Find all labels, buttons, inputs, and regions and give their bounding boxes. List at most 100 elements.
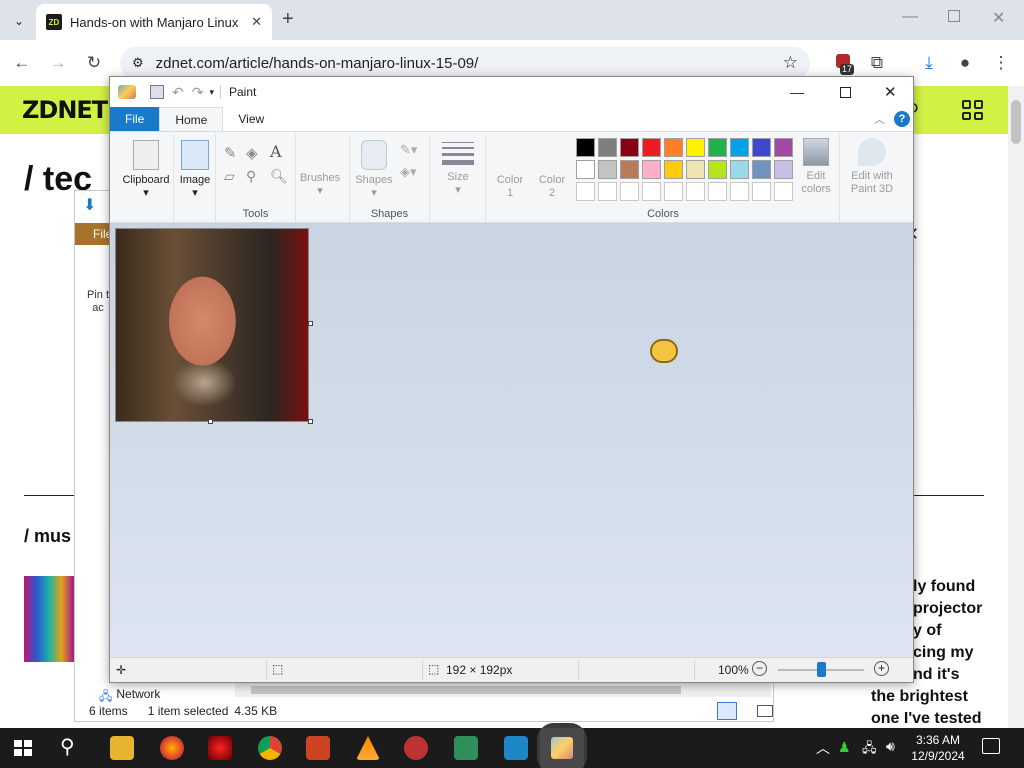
tray-app-icon[interactable]: ♟ <box>838 739 851 756</box>
redo-icon[interactable]: ↷ <box>192 84 204 101</box>
shape-fill-icon[interactable]: ◈▾ <box>400 164 417 180</box>
ribbon-collapse-icon[interactable]: ︿ <box>874 111 885 127</box>
explorer-hscrollbar[interactable] <box>235 683 771 697</box>
gimp-taskbar-icon[interactable] <box>404 736 428 760</box>
large-icons-view-icon[interactable] <box>757 705 773 717</box>
start-windows-icon[interactable] <box>14 740 32 756</box>
vlc-taskbar-icon[interactable] <box>356 736 380 760</box>
shapes-button[interactable]: Shapes ▾ <box>354 136 394 200</box>
article-thumbnail[interactable] <box>24 576 74 662</box>
text-icon[interactable]: A <box>270 142 282 161</box>
fill-icon[interactable]: ◈ <box>246 144 258 162</box>
browser-tab[interactable]: ZD Hands-on with Manjaro Linux 1 ✕ <box>36 4 272 40</box>
document-taskbar-icon[interactable] <box>454 736 478 760</box>
clipboard-button[interactable]: Clipboard ▾ <box>118 136 174 200</box>
tab-title: Hands-on with Manjaro Linux 1 <box>70 14 244 30</box>
paint-canvas-area[interactable] <box>110 223 913 657</box>
eraser-icon[interactable]: ▱ <box>224 168 235 185</box>
zdnet-favicon-icon: ZD <box>46 14 62 30</box>
image-button[interactable]: Image ▾ <box>174 136 216 200</box>
close-browser-button[interactable]: ✕ <box>992 8 1005 28</box>
outline-icon[interactable]: ✎▾ <box>400 142 417 158</box>
title-divider <box>220 85 221 99</box>
radiation-app-taskbar-icon[interactable] <box>208 736 232 760</box>
game-taskbar-icon[interactable] <box>306 736 330 760</box>
zoom-slider-thumb[interactable] <box>817 662 826 677</box>
paint3d-icon <box>858 138 886 166</box>
paint-status-bar: ✛ ⬚ ⬚ 192 × 192px 100% − + <box>110 657 913 682</box>
download-icon[interactable]: ⤓ <box>918 40 940 86</box>
page-scrollbar[interactable] <box>1008 86 1024 728</box>
address-bar[interactable]: ⚙ zdnet.com/article/hands-on-manjaro-lin… <box>120 47 810 79</box>
zoom-out-icon[interactable]: − <box>752 661 767 676</box>
details-view-icon[interactable] <box>717 702 737 720</box>
zoom-in-icon[interactable]: + <box>874 661 889 676</box>
new-tab-button[interactable]: + <box>282 8 294 31</box>
size-button[interactable]: Size ▾ <box>436 142 480 197</box>
profile-avatar-icon[interactable]: ● <box>954 40 976 86</box>
paint-file-tab[interactable]: File <box>110 107 160 131</box>
selected-size: 4.35 KB <box>234 704 278 718</box>
magnifier-icon[interactable]: 🔍︎ <box>270 168 288 185</box>
section-heading: / mus <box>24 526 72 546</box>
canvas-image-portrait[interactable] <box>116 229 308 421</box>
zoom-slider[interactable] <box>778 662 864 677</box>
qat-dropdown-icon[interactable]: ▾ <box>209 87 214 98</box>
pencil-icon[interactable]: ✎ <box>224 144 237 162</box>
selected-count: 1 item selected <box>147 704 229 718</box>
site-info-icon[interactable]: ⚙ <box>132 55 144 71</box>
network-tray-icon[interactable]: 🖧 <box>862 739 877 761</box>
colors-group <box>486 134 840 222</box>
quick-save-icon[interactable] <box>150 85 164 99</box>
paint-title-bar: ↶ ↷ ▾ Paint — ✕ <box>110 77 913 107</box>
edit-with-paint3d-button[interactable]: Edit with Paint 3D <box>844 138 900 196</box>
paint-minimize-button[interactable]: — <box>790 84 804 100</box>
tools-group-label: Tools <box>242 208 269 220</box>
shapes-group-label: Shapes <box>370 208 409 220</box>
clipboard-icon <box>133 140 159 170</box>
forward-arrow-icon[interactable]: → <box>48 40 68 86</box>
notifications-icon[interactable] <box>982 738 1000 754</box>
select-icon <box>181 140 209 170</box>
help-icon[interactable]: ? <box>894 111 910 127</box>
tools-group: ✎ ◈ A ▱ ⚲ 🔍︎ Tools <box>216 134 296 222</box>
scrollbar-thumb[interactable] <box>1011 100 1021 144</box>
tab-close-icon[interactable]: ✕ <box>251 14 262 30</box>
minimize-browser-button[interactable]: — <box>902 8 918 26</box>
bookmark-star-icon[interactable]: ☆ <box>783 53 798 73</box>
paint-view-tab[interactable]: View <box>223 107 279 131</box>
resize-handle[interactable] <box>308 419 313 424</box>
tab-search-button[interactable]: ⌄ <box>8 10 30 32</box>
paint-title: Paint <box>229 85 257 99</box>
paint-maximize-button[interactable] <box>840 86 851 98</box>
search-icon[interactable]: ⚲ <box>60 734 75 759</box>
color-picker-icon[interactable]: ⚲ <box>246 168 256 185</box>
windows-taskbar: ⚲ ︿ ♟ 🖧 🔊︎ 3:36 AM 12/9/2024 <box>0 723 1024 768</box>
zdnet-logo[interactable]: ZDNET <box>22 96 108 124</box>
paint-close-button[interactable]: ✕ <box>884 83 897 101</box>
paint-ribbon-tabs: File Home View ︿ ? <box>110 107 913 131</box>
restore-browser-button[interactable] <box>948 10 960 22</box>
file-explorer-taskbar-icon[interactable] <box>110 736 134 760</box>
extension-badge-count: 17 <box>840 64 855 75</box>
status-divider <box>578 660 579 680</box>
tray-chevron-icon[interactable]: ︿ <box>816 738 830 758</box>
resize-handle[interactable] <box>308 321 313 326</box>
back-arrow-icon[interactable]: ← <box>12 40 32 86</box>
zoom-level: 100% <box>718 663 749 677</box>
resize-handle[interactable] <box>208 419 213 424</box>
size-lines-icon <box>442 142 474 165</box>
grid-menu-icon[interactable] <box>962 100 984 120</box>
image-size-icon: ⬚ <box>428 662 440 676</box>
reload-icon[interactable]: ↻ <box>84 40 104 86</box>
firefox-taskbar-icon[interactable] <box>160 736 184 760</box>
size-group: Size ▾ <box>430 134 486 222</box>
vs-taskbar-icon[interactable] <box>504 736 528 760</box>
browser-menu-icon[interactable]: ⋮ <box>990 40 1012 86</box>
undo-icon[interactable]: ↶ <box>172 84 184 101</box>
clock[interactable]: 3:36 AM 12/9/2024 <box>908 732 968 764</box>
clock-date: 12/9/2024 <box>911 749 965 763</box>
paint-home-tab[interactable]: Home <box>159 107 224 131</box>
volume-icon[interactable]: 🔊︎ <box>886 738 895 755</box>
chrome-taskbar-icon[interactable] <box>258 736 282 760</box>
